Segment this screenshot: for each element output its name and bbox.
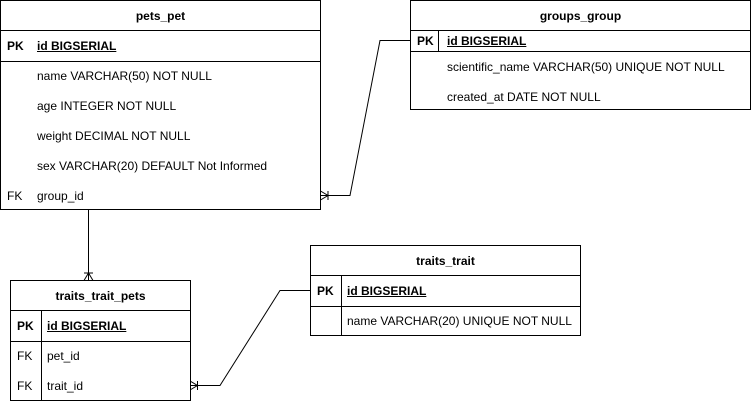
entity-groups-group[interactable]: groups_group PK id BIGSERIAL scientific_… (410, 0, 751, 110)
entity-title: pets_pet (1, 1, 320, 31)
key-label: PK (7, 39, 24, 53)
connector-traitpets-trait (190, 290, 310, 386)
field-label: age INTEGER NOT NULL (37, 99, 177, 113)
field-label: sex VARCHAR(20) DEFAULT Not Informed (37, 159, 268, 173)
entity-row: weight DECIMAL NOT NULL (1, 121, 320, 151)
key-label: FK (7, 189, 23, 203)
field-label: trait_id (47, 379, 84, 393)
key-label: FK (17, 349, 33, 363)
key-label: FK (17, 379, 33, 393)
entity-traits-trait-pets[interactable]: traits_trait_pets PK id BIGSERIAL FK pet… (10, 280, 191, 401)
key-label (1, 91, 29, 121)
field-label: created_at DATE NOT NULL (447, 90, 601, 104)
key-label: PK (317, 284, 334, 298)
relationship-pets-group (320, 40, 410, 201)
entity-row: age INTEGER NOT NULL (1, 91, 320, 121)
field-label: pet_id (47, 349, 80, 363)
entity-title: traits_trait_pets (11, 281, 190, 311)
key-label: PK (17, 319, 34, 333)
entity-row: name VARCHAR(50) NOT NULL (1, 61, 320, 91)
entity-row: scientific_name VARCHAR(50) UNIQUE NOT N… (411, 52, 750, 82)
relationship-traitpets-trait (189, 290, 310, 391)
field-label: name VARCHAR(50) NOT NULL (37, 69, 212, 83)
field-label: id BIGSERIAL (37, 39, 117, 53)
field-label: group_id (37, 189, 84, 203)
entity-row: created_at DATE NOT NULL (411, 82, 750, 112)
entity-row: PK id BIGSERIAL (411, 31, 750, 52)
entity-row: PK id BIGSERIAL (11, 311, 190, 342)
entity-row: PK id BIGSERIAL (311, 276, 580, 307)
field-label: weight DECIMAL NOT NULL (37, 129, 191, 143)
entity-row: sex VARCHAR(20) DEFAULT Not Informed (1, 151, 320, 181)
entity-title: groups_group (411, 1, 750, 31)
field-label: scientific_name VARCHAR(50) UNIQUE NOT N… (447, 60, 725, 74)
entity-row: name VARCHAR(20) UNIQUE NOT NULL (311, 306, 580, 336)
entity-title: traits_trait (311, 246, 580, 276)
key-label (311, 306, 339, 336)
relationship-traitpets-pet (83, 210, 94, 281)
entity-row: PK id BIGSERIAL (1, 31, 320, 62)
field-label: id BIGSERIAL (347, 284, 427, 298)
entity-row: FK trait_id (11, 371, 190, 401)
field-label: id BIGSERIAL (47, 319, 127, 333)
key-label (1, 151, 29, 181)
field-label: id BIGSERIAL (447, 34, 527, 48)
key-label (1, 121, 29, 151)
key-label: PK (411, 31, 439, 51)
key-label (1, 61, 29, 91)
entity-traits-trait[interactable]: traits_trait PK id BIGSERIAL name VARCHA… (310, 245, 581, 336)
entity-pets-pet[interactable]: pets_pet PK id BIGSERIAL name VARCHAR(50… (0, 0, 321, 210)
entity-row: FK pet_id (11, 341, 190, 371)
field-label: name VARCHAR(20) UNIQUE NOT NULL (347, 314, 572, 328)
key-label (411, 82, 439, 112)
entity-row: FK group_id (1, 181, 320, 211)
connector-pets-group (320, 40, 410, 196)
key-label (411, 52, 439, 82)
